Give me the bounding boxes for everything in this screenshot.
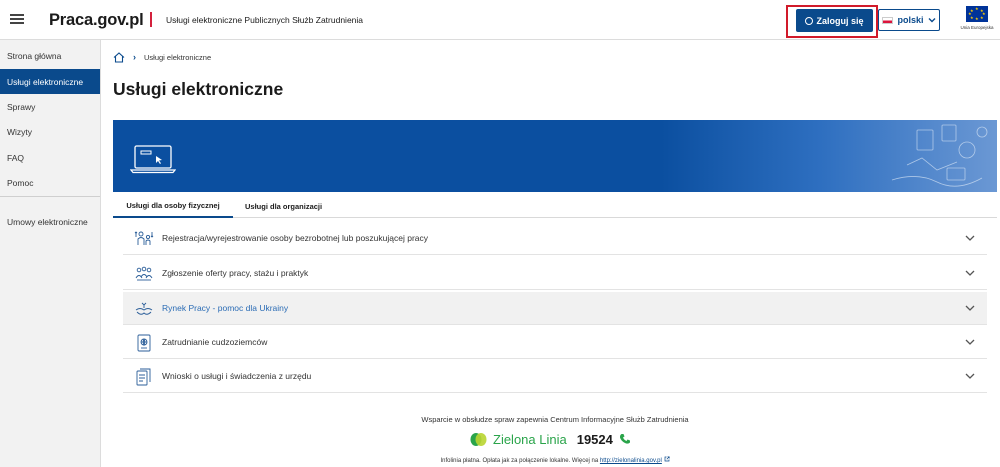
eu-flag-icon: ★ ★ ★ ★ ★ ★ ★ ★ — [966, 6, 988, 22]
people-group-icon — [135, 266, 153, 281]
chevron-down-icon — [965, 339, 975, 345]
banner-decoration-icon — [891, 124, 988, 187]
login-label: Zaloguj się — [816, 15, 864, 26]
hotline-number: 19524 — [576, 431, 613, 447]
tab-individual[interactable]: Usługi dla osoby fizycznej — [113, 195, 233, 218]
service-row-registration[interactable]: Rejestracja/wyrejestrowanie osoby bezrob… — [123, 222, 987, 255]
green-line-hotline[interactable]: Zielona Linia 19524 — [470, 430, 631, 448]
service-label: Rejestracja/wyrejestrowanie osoby bezrob… — [162, 233, 428, 243]
sidebar-item-home[interactable]: Strona główna — [0, 43, 100, 68]
tab-organization[interactable]: Usługi dla organizacji — [245, 195, 322, 218]
polish-flag-icon — [882, 16, 894, 24]
header-subtitle: Usługi elektroniczne Publicznych Służb Z… — [166, 15, 364, 25]
sidebar-item-faq[interactable]: FAQ — [0, 145, 100, 170]
logo-divider — [150, 12, 152, 27]
service-row-foreigners[interactable]: Zatrudnianie cudzoziemców — [123, 326, 987, 359]
page-title: Usługi elektroniczne — [113, 79, 284, 99]
footer-support-text: Wsparcie w obsłudze spraw zapewnia Centr… — [421, 415, 689, 424]
menu-icon[interactable] — [10, 14, 24, 24]
breadcrumb-separator-icon: › — [133, 52, 136, 62]
services-banner — [113, 120, 997, 192]
language-label: polski — [897, 15, 924, 25]
chevron-down-icon — [965, 305, 975, 311]
sidebar-item-e-contracts[interactable]: Umowy elektroniczne — [0, 209, 100, 234]
sidebar-item-visits[interactable]: Wizyty — [0, 119, 100, 144]
breadcrumb-current: Usługi elektroniczne — [144, 52, 212, 62]
user-icon — [805, 16, 814, 25]
helping-hands-icon — [135, 302, 153, 315]
eu-logo: ★ ★ ★ ★ ★ ★ ★ ★ Unia Europejska — [957, 6, 997, 36]
chevron-down-icon — [965, 235, 975, 241]
green-line-link[interactable]: http://zielonalinia.gov.pl — [600, 458, 662, 464]
sidebar-item-cases[interactable]: Sprawy — [0, 94, 100, 119]
home-icon[interactable] — [113, 51, 125, 63]
chevron-down-icon — [928, 18, 935, 23]
sidebar-item-help[interactable]: Pomoc — [0, 170, 100, 195]
chevron-down-icon — [965, 270, 975, 276]
sidebar-item-e-services[interactable]: Usługi elektroniczne — [0, 69, 100, 94]
eu-label: Unia Europejska — [960, 25, 994, 30]
footer-note: Infolinia płatna. Opłata jak za połączen… — [113, 456, 997, 464]
service-label: Rynek Pracy - pomoc dla Ukrainy — [162, 303, 289, 313]
people-arrows-icon — [134, 231, 154, 245]
sidebar: Strona główna Usługi elektroniczne Spraw… — [0, 40, 101, 467]
login-button[interactable]: Zaloguj się — [796, 9, 873, 32]
hotline-name: Zielona Linia — [493, 431, 567, 447]
services-tabs: Usługi dla osoby fizycznej Usługi dla or… — [113, 195, 997, 218]
sidebar-divider — [0, 196, 100, 197]
chevron-down-icon — [965, 373, 975, 379]
documents-icon — [136, 368, 151, 386]
language-select[interactable]: polski — [878, 9, 940, 31]
phone-icon — [619, 434, 630, 444]
top-header: Praca.gov.pl Usługi elektroniczne Public… — [0, 0, 1000, 40]
footer-note-text: Infolinia płatna. Opłata jak za połączen… — [440, 458, 599, 464]
service-row-applications[interactable]: Wnioski o usługi i świadczenia z urzędu — [123, 360, 987, 393]
service-row-ukraine[interactable]: Rynek Pracy - pomoc dla Ukrainy — [123, 292, 987, 325]
service-row-job-offer[interactable]: Zgłoszenie oferty pracy, stażu i praktyk — [123, 257, 987, 290]
service-label: Zgłoszenie oferty pracy, stażu i praktyk — [162, 268, 309, 278]
service-label: Wnioski o usługi i świadczenia z urzędu — [162, 371, 312, 381]
laptop-icon — [130, 145, 176, 174]
site-logo[interactable]: Praca.gov.pl — [49, 11, 144, 30]
passport-icon — [137, 334, 151, 352]
service-label: Zatrudnianie cudzoziemców — [162, 337, 268, 347]
green-line-logo-icon — [470, 432, 487, 446]
external-link-icon — [664, 456, 670, 462]
breadcrumb: › Usługi elektroniczne — [113, 50, 211, 64]
